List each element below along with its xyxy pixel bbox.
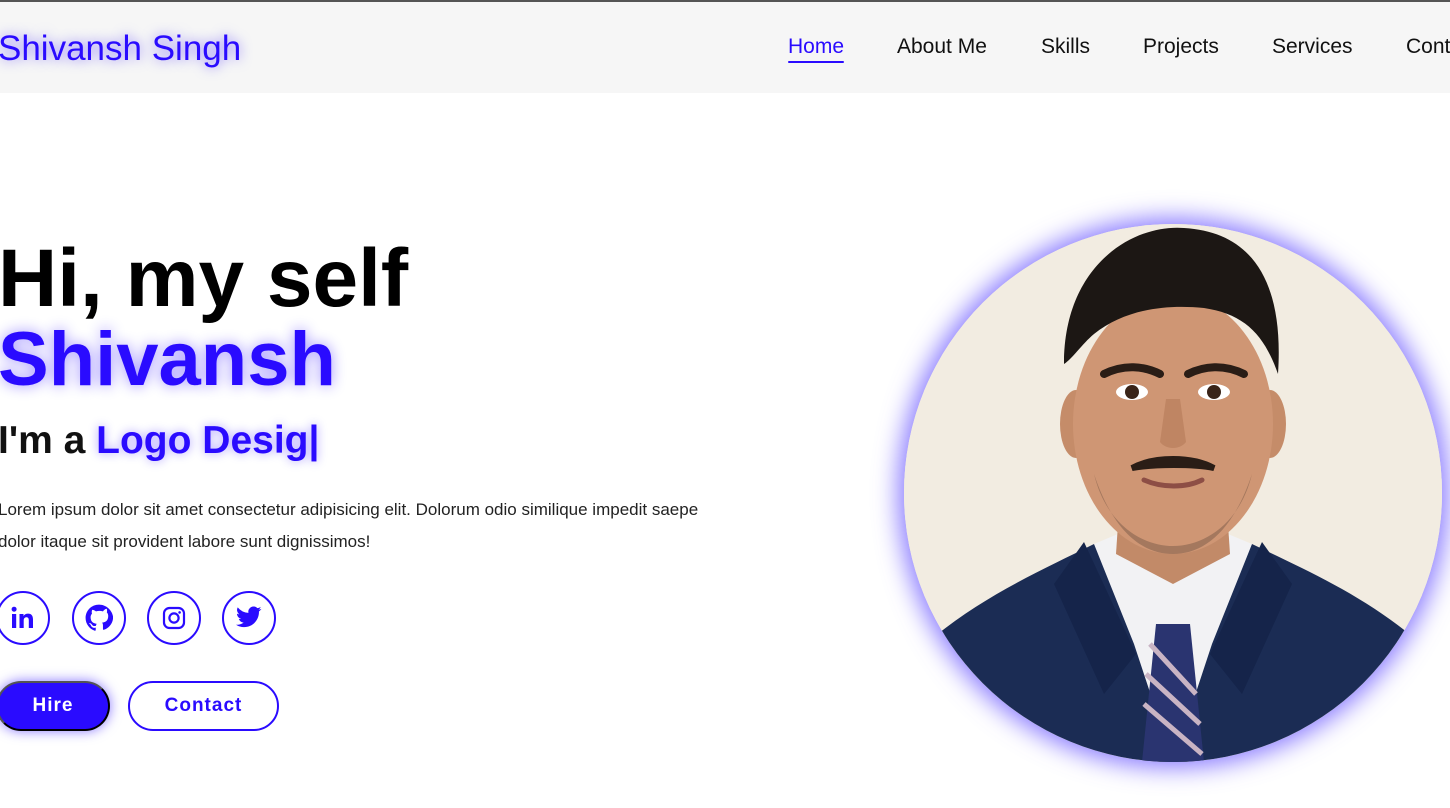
twitter-link[interactable]: [222, 591, 276, 645]
nav-about-me[interactable]: About Me: [897, 35, 987, 59]
role-prefix: I'm a: [0, 419, 97, 462]
instagram-link[interactable]: [147, 591, 201, 645]
hero-name: Shivansh: [0, 317, 336, 402]
site-header: Shivansh Singh Home About Me Skills Proj…: [0, 2, 1450, 93]
nav-contact[interactable]: Contact: [1406, 35, 1450, 59]
hero-description: Lorem ipsum dolor sit amet consectetur a…: [0, 500, 699, 551]
nav-projects[interactable]: Projects: [1143, 35, 1219, 59]
nav-skills[interactable]: Skills: [1041, 35, 1090, 59]
hire-button[interactable]: Hire: [0, 681, 110, 731]
profile-photo: [904, 224, 1442, 762]
hero-greeting: Hi, my self: [0, 233, 409, 324]
nav-home[interactable]: Home: [788, 35, 845, 63]
role-typed-text: Logo Desig|: [96, 419, 320, 462]
contact-button[interactable]: Contact: [128, 681, 279, 731]
main-nav: Home About Me Skills Projects Services C…: [0, 35, 1450, 65]
hero-role: I'm a Logo Desig|: [0, 421, 319, 460]
linkedin-link[interactable]: [0, 591, 50, 645]
github-link[interactable]: [72, 591, 126, 645]
github-icon: [85, 604, 113, 632]
nav-services[interactable]: Services: [1272, 35, 1353, 59]
twitter-icon: [236, 606, 262, 630]
linkedin-icon: [10, 605, 36, 631]
instagram-icon: [162, 606, 186, 630]
